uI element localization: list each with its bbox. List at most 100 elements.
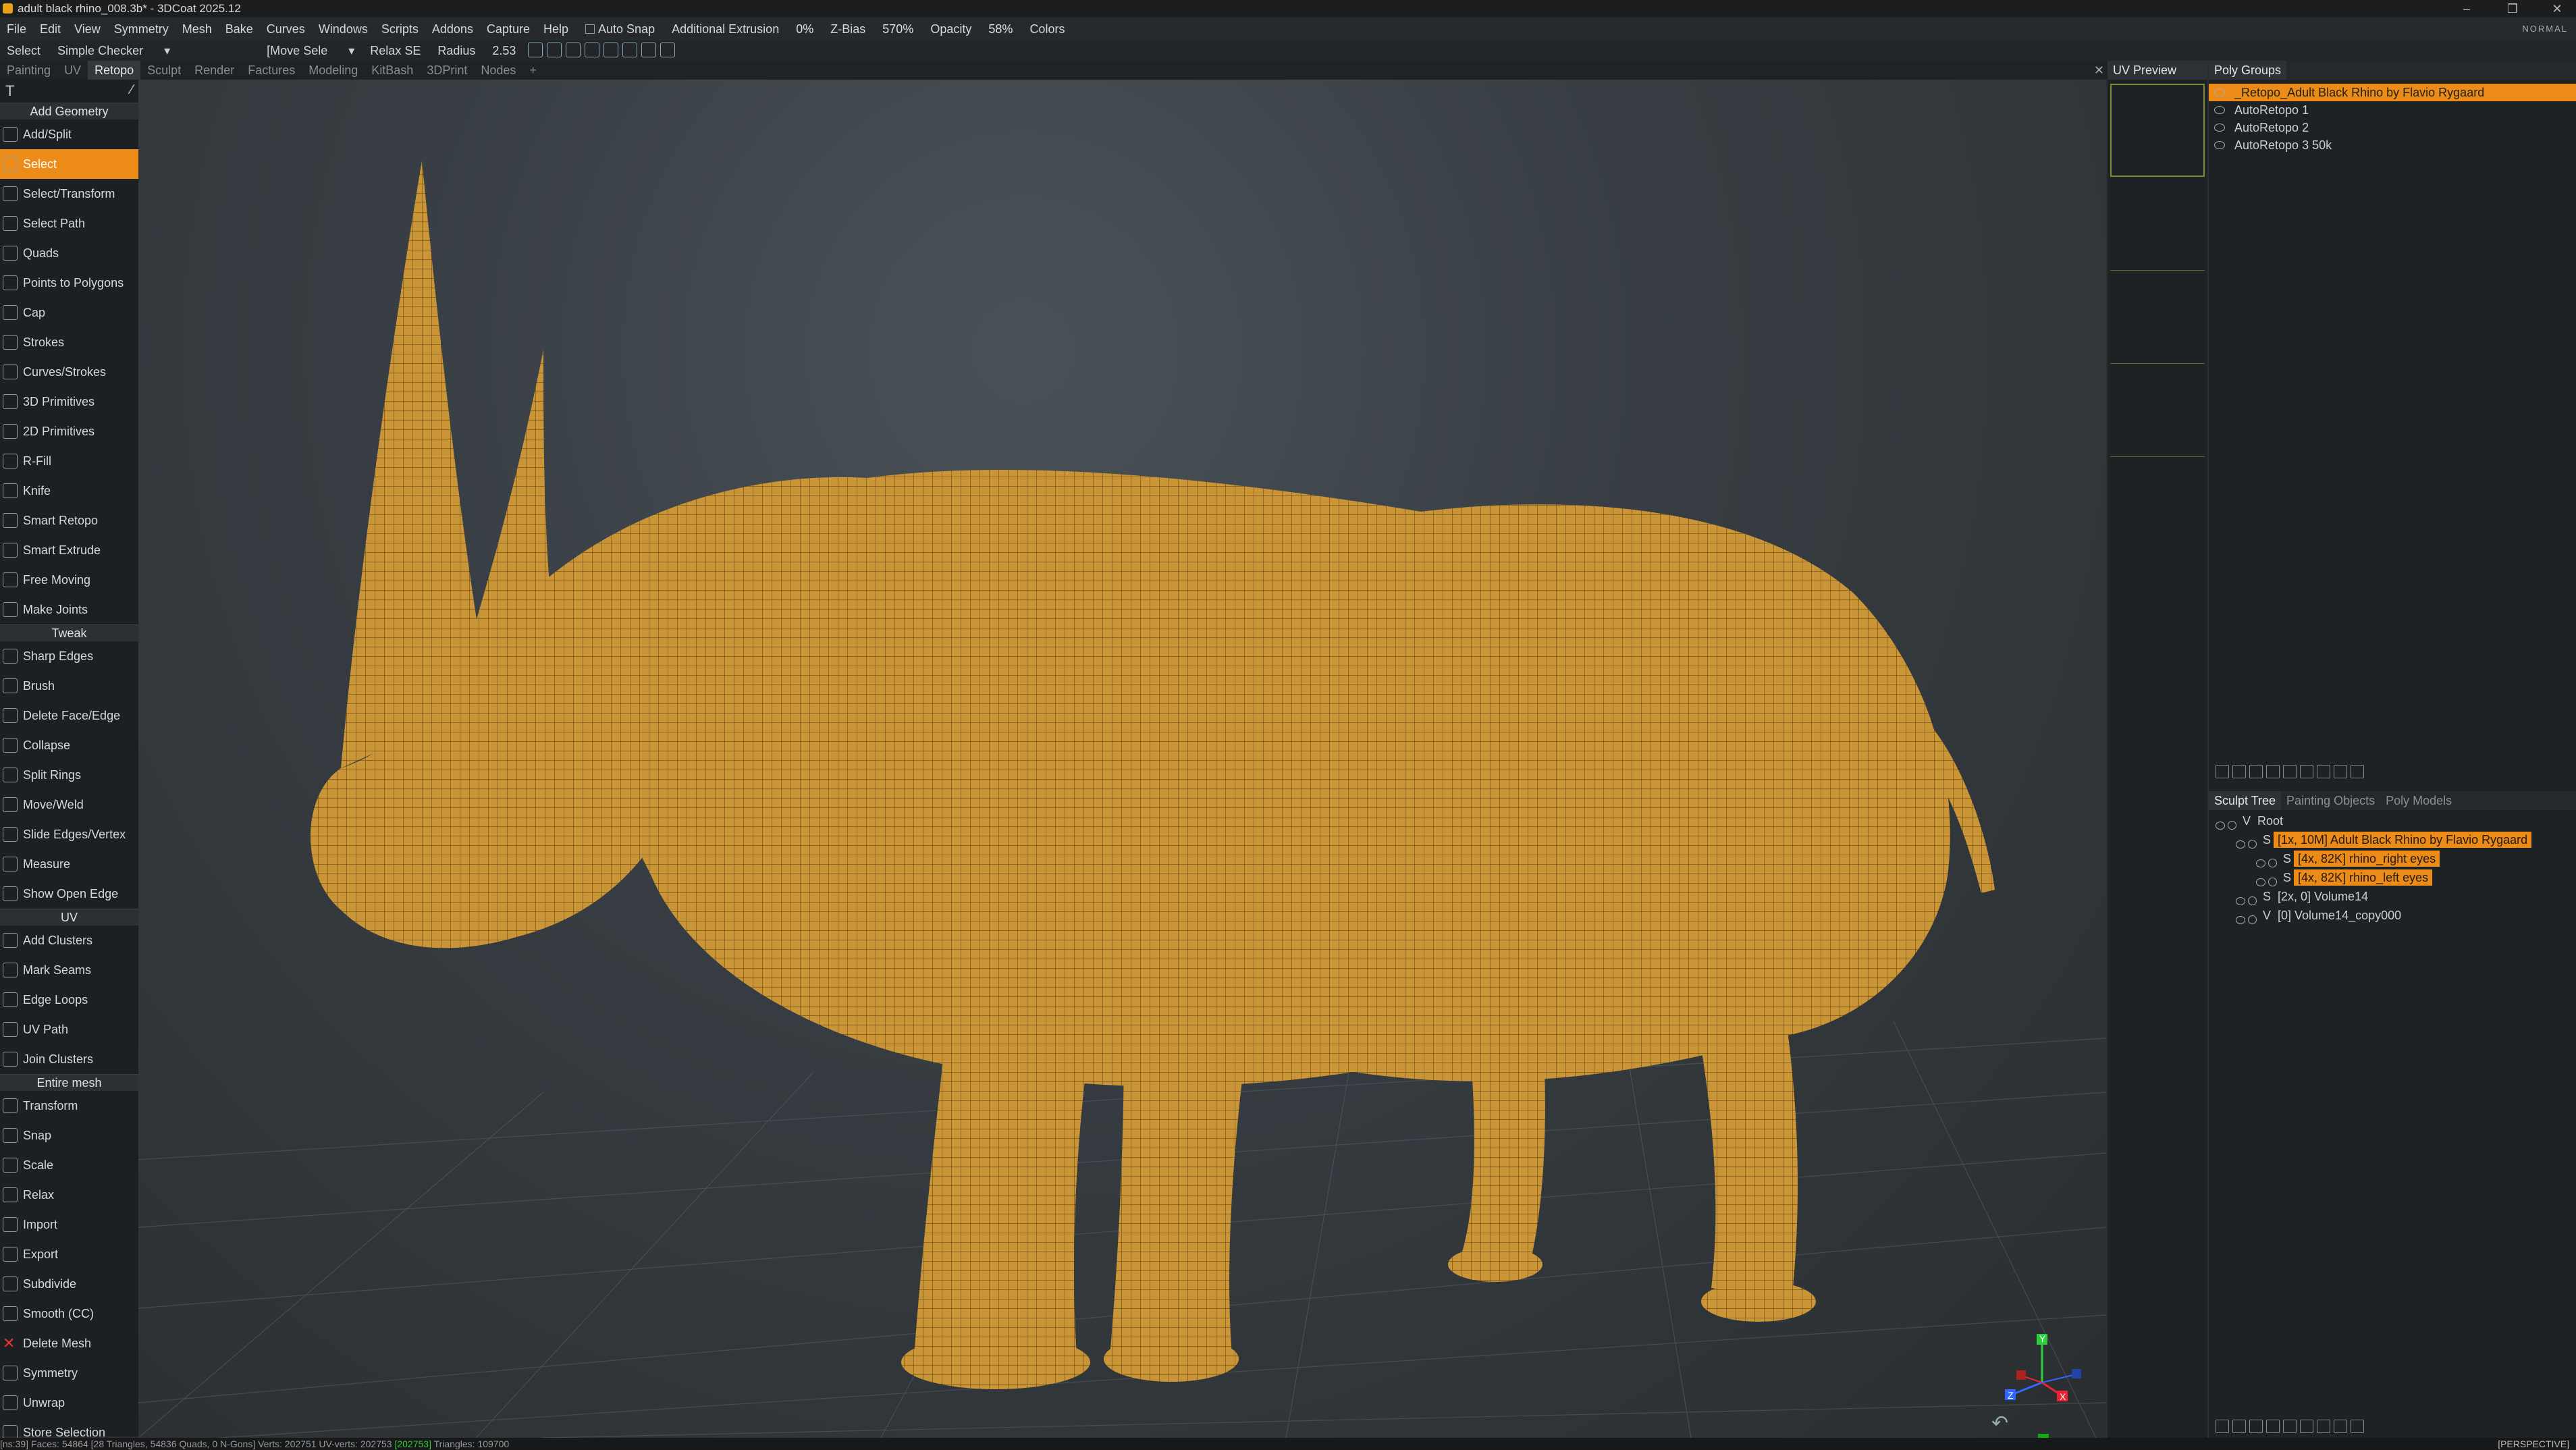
rhino-mesh[interactable] [138, 80, 2106, 1438]
tree-node[interactable]: S [1x, 10M] Adult Black Rhino by Flavio R… [2209, 830, 2576, 849]
points-icon[interactable] [547, 43, 562, 57]
tool-sharp-edges[interactable]: Sharp Edges [0, 641, 138, 671]
move-mode-dropdown[interactable]: [Move Sele [260, 41, 334, 61]
tool-edge-loops[interactable]: Edge Loops [0, 985, 138, 1015]
grid-icon[interactable] [566, 43, 581, 57]
tool-smart-retopo[interactable]: Smart Retopo [0, 506, 138, 535]
tool-select[interactable]: Select [0, 149, 138, 179]
tool-import[interactable]: Import [0, 1210, 138, 1239]
tool-show-open-edge[interactable]: Show Open Edge [0, 879, 138, 909]
copy-icon[interactable] [2249, 765, 2263, 778]
tool-select-path[interactable]: Select Path [0, 209, 138, 238]
circle-icon[interactable] [2266, 1420, 2280, 1433]
tab-kitbash[interactable]: KitBash [365, 61, 420, 80]
tool-export[interactable]: Export [0, 1239, 138, 1269]
tab-nodes[interactable]: Nodes [474, 61, 522, 80]
menu-windows[interactable]: Windows [312, 18, 375, 41]
tool-unwrap[interactable]: Unwrap [0, 1388, 138, 1418]
eye-icon[interactable] [2214, 141, 2225, 149]
tool-3d-primitives[interactable]: 3D Primitives [0, 387, 138, 417]
info-icon[interactable] [2300, 1420, 2313, 1433]
tool-uv-path[interactable]: UV Path [0, 1015, 138, 1044]
tool-cap[interactable]: Cap [0, 298, 138, 327]
trash-icon[interactable] [2351, 765, 2364, 778]
sphere-icon[interactable] [603, 43, 619, 57]
zbias-label[interactable]: Z-Bias [824, 18, 872, 41]
tool-delete-face-edge[interactable]: Delete Face/Edge [0, 701, 138, 730]
tree-node[interactable]: S [2x, 0] Volume14 [2209, 887, 2576, 906]
add-icon[interactable] [2232, 1420, 2246, 1433]
additional-extrusion-label[interactable]: Additional Extrusion [665, 18, 786, 41]
tab-3dprint[interactable]: 3DPrint [420, 61, 474, 80]
info-icon[interactable] [2300, 765, 2313, 778]
poly-group-item[interactable]: AutoRetopo 3 50k [2209, 136, 2576, 154]
add-room-button[interactable]: + [522, 61, 543, 80]
tool-make-joints[interactable]: Make Joints [0, 595, 138, 624]
tool-r-fill[interactable]: R-Fill [0, 446, 138, 476]
restore-icon[interactable]: ❐ [2498, 0, 2527, 18]
visibility-icon[interactable] [2256, 854, 2283, 867]
merge-icon[interactable] [2283, 765, 2297, 778]
target-icon[interactable] [660, 43, 676, 57]
quad-icon[interactable] [585, 43, 600, 57]
uv-preview-tab[interactable]: UV Preview [2108, 61, 2207, 80]
tool-snap[interactable]: Snap [0, 1121, 138, 1150]
tool-add-split[interactable]: Add/Split [0, 119, 138, 149]
tab-modeling[interactable]: Modeling [302, 61, 365, 80]
undo-icon[interactable]: ↶ [1991, 1412, 2008, 1434]
menu-file[interactable]: File [0, 18, 33, 41]
tool-measure[interactable]: Measure [0, 849, 138, 879]
checker-dropdown[interactable]: Simple Checker [51, 41, 150, 61]
menu-mesh[interactable]: Mesh [176, 18, 219, 41]
menu-view[interactable]: View [68, 18, 107, 41]
tab-retopo[interactable]: Retopo [88, 61, 141, 80]
symmetry-icon[interactable] [641, 43, 657, 57]
add-icon[interactable] [2232, 765, 2246, 778]
tool-select-transform[interactable]: Select/Transform [0, 179, 138, 209]
tool-knife[interactable]: Knife [0, 476, 138, 506]
tool-relax[interactable]: Relax [0, 1180, 138, 1210]
tree-node[interactable]: V [0] Volume14_copy000 [2209, 906, 2576, 925]
uv-tile-2[interactable] [2110, 178, 2205, 271]
3d-viewport[interactable]: Y X Z ↶ [138, 80, 2106, 1438]
tree-node[interactable]: S [4x, 82K] rhino_right eyes [2209, 849, 2576, 868]
tool-split-rings[interactable]: Split Rings [0, 760, 138, 790]
tab-factures[interactable]: Factures [241, 61, 302, 80]
tool-move-weld[interactable]: Move/Weld [0, 790, 138, 820]
brush-tool-icon[interactable]: ⁄ [131, 82, 133, 98]
tree-node[interactable]: S [4x, 82K] rhino_left eyes [2209, 868, 2576, 887]
tool-free-moving[interactable]: Free Moving [0, 565, 138, 595]
tab-poly-models[interactable]: Poly Models [2380, 791, 2457, 810]
tab-render[interactable]: Render [188, 61, 241, 80]
minimize-icon[interactable]: – [2452, 0, 2481, 18]
tool-mark-seams[interactable]: Mark Seams [0, 955, 138, 985]
tool-curves-strokes[interactable]: Curves/Strokes [0, 357, 138, 387]
copy-icon[interactable] [2249, 1420, 2263, 1433]
file-icon[interactable] [2334, 765, 2347, 778]
eye-icon[interactable] [2214, 106, 2225, 114]
search-icon[interactable] [2216, 1420, 2229, 1433]
menu-edit[interactable]: Edit [33, 18, 68, 41]
list-icon[interactable] [2317, 765, 2330, 778]
tool-collapse[interactable]: Collapse [0, 730, 138, 760]
opacity-value[interactable]: 58% [982, 18, 1019, 41]
chevron-down-icon[interactable]: ▾ [159, 41, 176, 61]
tool-symmetry[interactable]: Symmetry [0, 1358, 138, 1388]
menu-symmetry[interactable]: Symmetry [107, 18, 176, 41]
extrusion-value[interactable]: 0% [789, 18, 820, 41]
merge-icon[interactable] [2283, 1420, 2297, 1433]
radius-value[interactable]: 2.53 [485, 41, 522, 61]
chevron-down-icon[interactable]: ▾ [343, 41, 360, 61]
tab-painting-objects[interactable]: Painting Objects [2281, 791, 2380, 810]
visibility-icon[interactable] [2236, 911, 2263, 924]
list-icon[interactable] [2317, 1420, 2330, 1433]
tool-scale[interactable]: Scale [0, 1150, 138, 1180]
radius-label[interactable]: Radius [431, 41, 482, 61]
tool-subdivide[interactable]: Subdivide [0, 1269, 138, 1299]
tool-2d-primitives[interactable]: 2D Primitives [0, 417, 138, 446]
close-icon[interactable]: ✕ [2094, 61, 2104, 80]
tool-smart-extrude[interactable]: Smart Extrude [0, 535, 138, 565]
relax-checkbox[interactable]: Relax SE [363, 41, 427, 61]
visibility-icon[interactable] [2236, 835, 2263, 849]
tool-smooth-cc[interactable]: Smooth (CC) [0, 1299, 138, 1328]
